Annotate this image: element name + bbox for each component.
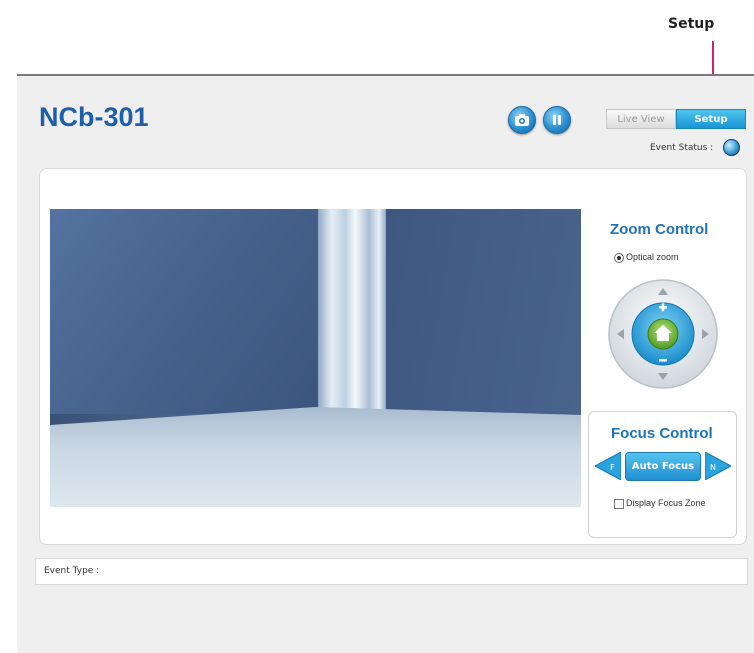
focus-far-button[interactable]: F (595, 452, 621, 480)
zoom-out-icon[interactable] (659, 359, 667, 362)
pause-button[interactable] (543, 106, 571, 134)
display-focus-zone-option[interactable]: Display Focus Zone (614, 498, 706, 509)
focus-control-title: Focus Control (611, 425, 713, 442)
event-status-indicator-icon (723, 139, 740, 156)
live-view-panel: Zoom Control Optical zoom Focus Control … (39, 168, 747, 545)
event-type-bar: Event Type : (35, 558, 748, 585)
display-focus-zone-label: Display Focus Zone (626, 498, 706, 508)
focus-control-panel: Focus Control F Auto Focus N Display Foc… (588, 411, 737, 538)
event-status-label: Event Status : (650, 143, 714, 153)
setup-callout-label: Setup (668, 16, 715, 32)
video-wall-left (50, 209, 320, 414)
camera-icon (515, 114, 529, 126)
tab-setup[interactable]: Setup (676, 109, 746, 129)
camera-web-page: NCb-301 Live View Setup Event Status : Z… (17, 74, 754, 653)
display-focus-zone-checkbox[interactable] (614, 498, 624, 509)
focus-near-button[interactable]: N (705, 452, 731, 480)
view-tabs: Live View Setup (606, 109, 746, 129)
focus-near-label: N (710, 463, 716, 472)
tab-live-view[interactable]: Live View (606, 109, 676, 129)
snapshot-button[interactable] (508, 106, 536, 134)
video-pillar (318, 209, 386, 414)
camera-video-feed[interactable] (50, 209, 581, 507)
pause-icon (553, 115, 561, 125)
optical-zoom-radio[interactable] (614, 252, 624, 263)
event-type-label: Event Type : (44, 566, 100, 576)
video-wall-right (386, 209, 581, 414)
focus-far-label: F (610, 463, 615, 472)
ptz-zoom-dial (608, 279, 718, 389)
camera-model-title: NCb-301 (39, 102, 149, 132)
auto-focus-button[interactable]: Auto Focus (625, 452, 701, 481)
optical-zoom-label: Optical zoom (626, 252, 679, 262)
zoom-control-title: Zoom Control (610, 221, 709, 238)
video-floor (50, 407, 581, 507)
optical-zoom-option[interactable]: Optical zoom (614, 252, 679, 263)
